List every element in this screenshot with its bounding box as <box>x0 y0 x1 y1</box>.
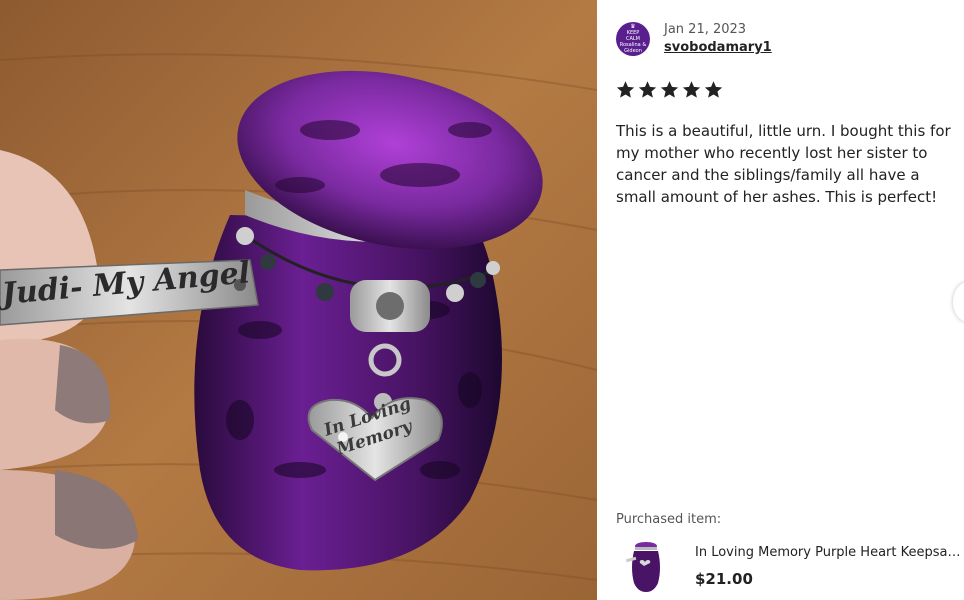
avatar[interactable]: ♛ KEEP CALM Rosalina & Gideon <box>616 22 650 56</box>
star-rating <box>616 80 723 99</box>
review-photo[interactable]: Judi- My Angel In Loving Memory <box>0 0 597 600</box>
purchased-item-price: $21.00 <box>695 570 753 588</box>
purchased-item-label: Purchased item: <box>616 512 722 527</box>
star-icon <box>616 81 635 98</box>
purchased-item-title[interactable]: In Loving Memory Purple Heart Keepsake U… <box>695 545 961 560</box>
purchased-item-thumbnail[interactable] <box>626 538 666 594</box>
review-body: This is a beautiful, little urn. I bough… <box>616 122 951 206</box>
review-date: Jan 21, 2023 <box>664 22 747 37</box>
star-icon <box>682 81 701 98</box>
avatar-line: Gideon <box>624 48 642 54</box>
next-photo-button[interactable] <box>953 282 964 322</box>
star-icon <box>704 81 723 98</box>
review-panel: ♛ KEEP CALM Rosalina & Gideon Jan 21, 20… <box>598 0 964 600</box>
star-icon <box>660 81 679 98</box>
reviewer-username[interactable]: svobodamary1 <box>664 40 772 55</box>
star-icon <box>638 81 657 98</box>
